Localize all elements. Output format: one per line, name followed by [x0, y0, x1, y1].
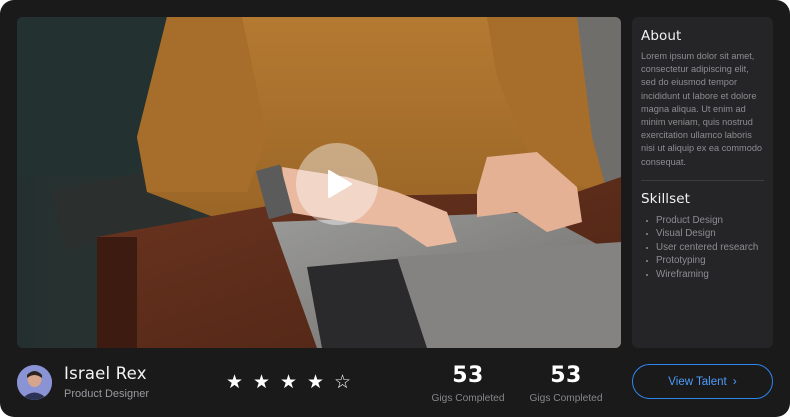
- rating-stars: ★ ★ ★ ★ ☆: [223, 371, 354, 393]
- skillset-heading: Skillset: [641, 190, 691, 207]
- view-talent-label: View Talent: [668, 375, 727, 388]
- skill-item: Product Design: [641, 214, 764, 228]
- avatar[interactable]: [17, 365, 52, 400]
- star-filled-icon: ★: [306, 371, 325, 393]
- video-preview[interactable]: [17, 17, 621, 348]
- stat-value: 53: [550, 363, 582, 388]
- chevron-right-icon: ›: [732, 374, 737, 388]
- divider: [641, 179, 764, 181]
- view-talent-button[interactable]: View Talent ›: [632, 364, 773, 399]
- profile-name: Israel Rex: [64, 364, 147, 383]
- star-empty-icon: ☆: [333, 371, 352, 393]
- profile-role: Product Designer: [64, 388, 149, 400]
- star-filled-icon: ★: [279, 371, 298, 393]
- stat-gigs-completed: 53 Gigs Completed: [423, 363, 513, 405]
- details-panel: About Lorem ipsum dolor sit amet, consec…: [632, 17, 773, 348]
- play-icon: [328, 170, 352, 198]
- skills-list: Product Design Visual Design User center…: [641, 214, 764, 282]
- skill-item: Prototyping: [641, 254, 764, 268]
- skill-item: Wireframing: [641, 268, 764, 282]
- stat-value: 53: [452, 363, 484, 388]
- stat-gigs-completed: 53 Gigs Completed: [521, 363, 611, 405]
- stat-label: Gigs Completed: [529, 393, 603, 404]
- about-heading: About: [641, 28, 682, 44]
- play-button[interactable]: [296, 143, 378, 225]
- skill-item: User centered research: [641, 241, 764, 255]
- stat-label: Gigs Completed: [431, 393, 505, 404]
- skill-item: Visual Design: [641, 227, 764, 241]
- avatar-image: [17, 365, 52, 400]
- star-filled-icon: ★: [225, 371, 244, 393]
- talent-card: About Lorem ipsum dolor sit amet, consec…: [0, 0, 790, 417]
- star-filled-icon: ★: [252, 371, 271, 393]
- about-text: Lorem ipsum dolor sit amet, consectetur …: [641, 51, 763, 167]
